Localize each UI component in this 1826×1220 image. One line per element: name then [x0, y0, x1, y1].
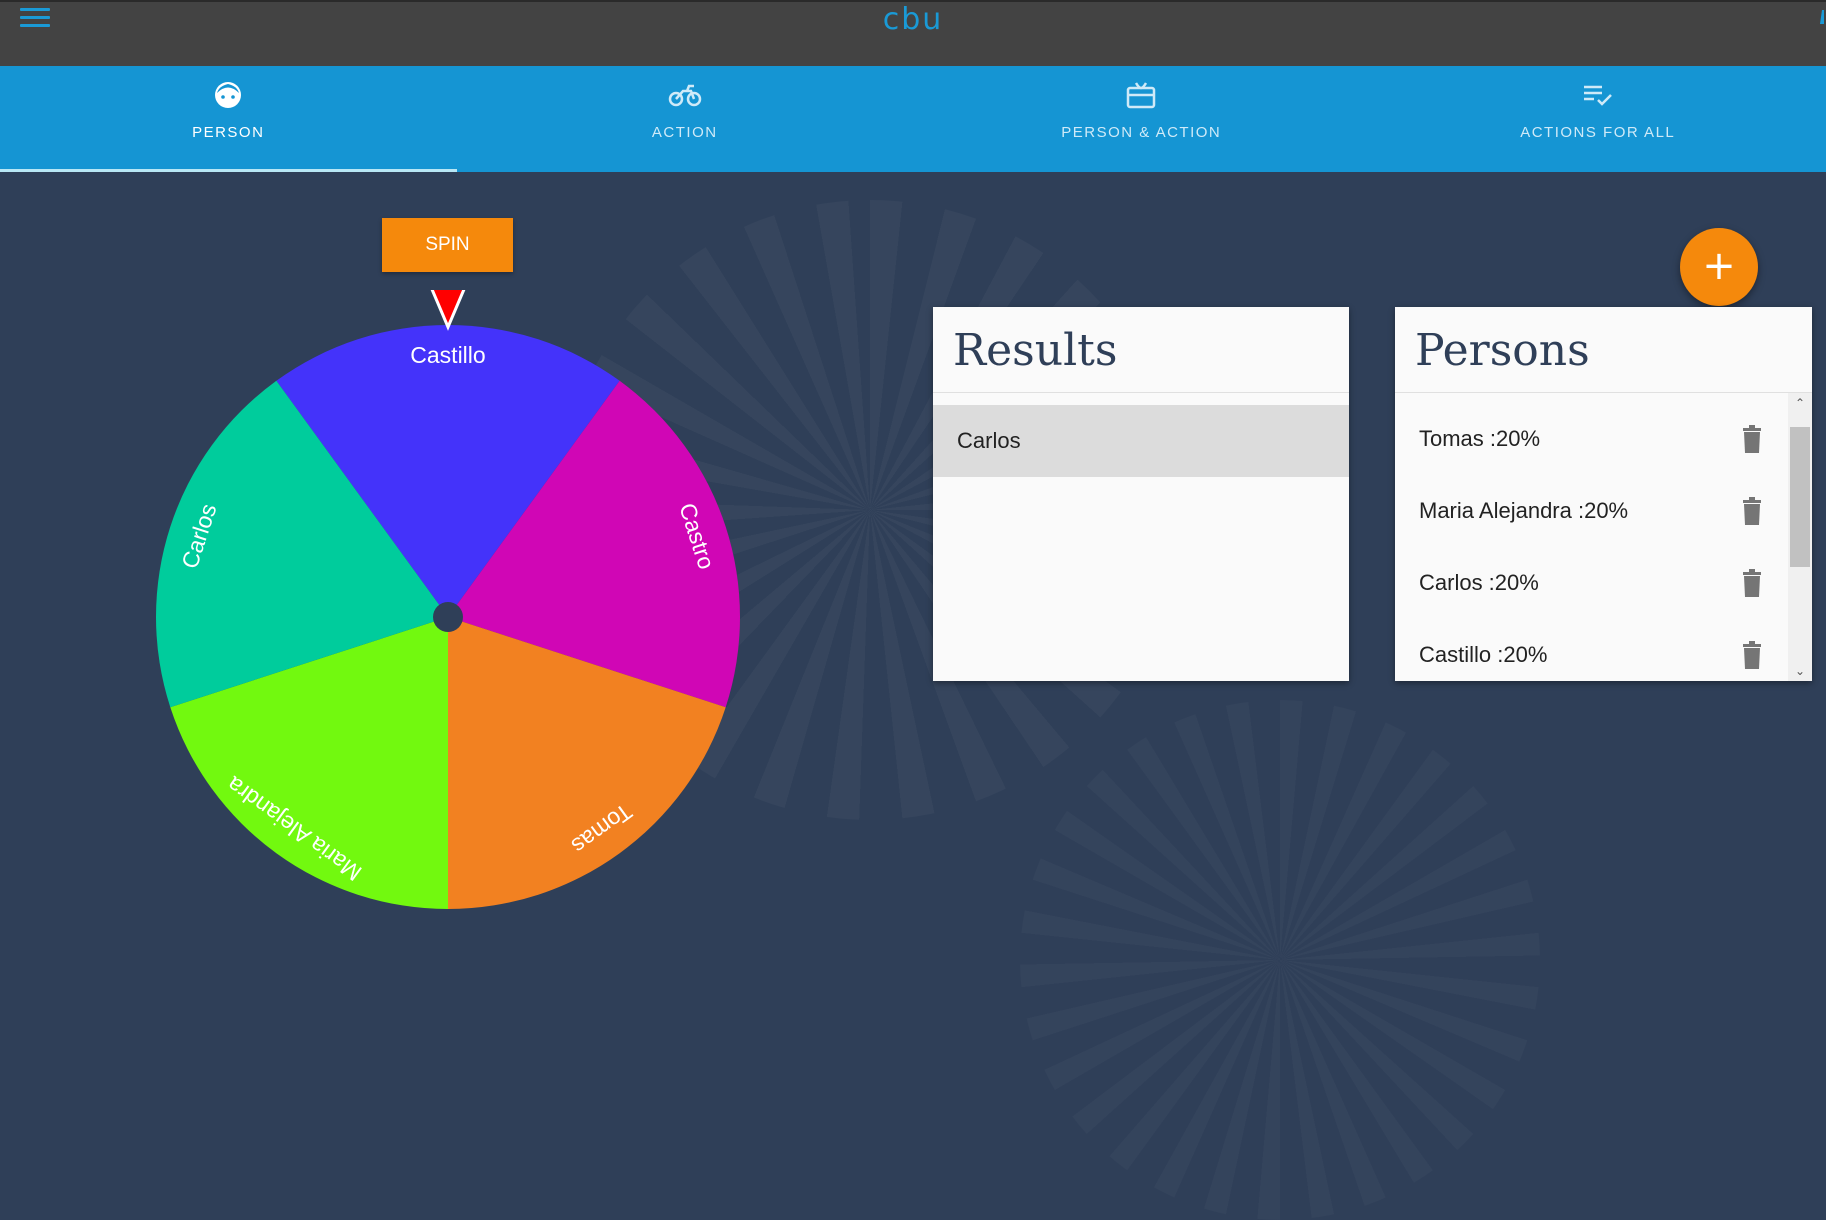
- person-label: Castillo :20%: [1419, 642, 1547, 667]
- wheel-pointer-icon: [431, 290, 465, 327]
- spin-button[interactable]: SPIN: [382, 218, 513, 272]
- trash-icon[interactable]: [1741, 641, 1763, 669]
- tab-label: PERSON: [0, 124, 457, 141]
- wheel-hub: [433, 602, 463, 632]
- tab-label: ACTION: [457, 124, 914, 141]
- spin-wheel[interactable]: CastilloCastroTomasMaria AlejandraCarlos: [150, 290, 750, 920]
- tab-label: ACTIONS FOR ALL: [1370, 124, 1826, 141]
- person-item: Castillo :20%: [1395, 619, 1785, 681]
- tab-person[interactable]: PERSON: [0, 66, 457, 172]
- scrollbar-thumb[interactable]: [1790, 427, 1810, 567]
- scrollbar[interactable]: ⌃ ⌄: [1788, 393, 1812, 681]
- person-list: Tomas :20% Maria Alejandra :20% Carlos :…: [1395, 393, 1785, 681]
- scroll-down-arrow-icon[interactable]: ⌄: [1788, 661, 1812, 681]
- top-app-bar: cbu: [0, 0, 1826, 66]
- results-title: Results: [933, 307, 1349, 393]
- motorcycle-icon: [667, 80, 703, 110]
- gift-card-icon: [1123, 80, 1159, 110]
- result-item[interactable]: Carlos: [933, 405, 1349, 477]
- person-item: Carlos :20%: [1395, 547, 1785, 619]
- person-label: Maria Alejandra :20%: [1419, 498, 1628, 523]
- face-icon: [210, 80, 246, 110]
- person-item: Maria Alejandra :20%: [1395, 475, 1785, 547]
- trash-icon[interactable]: [1741, 569, 1763, 597]
- person-label: Tomas :20%: [1419, 426, 1540, 451]
- tab-actions-for-all[interactable]: ACTIONS FOR ALL: [1370, 66, 1826, 172]
- tab-action[interactable]: ACTION: [457, 66, 914, 172]
- tab-label: PERSON & ACTION: [913, 124, 1370, 141]
- add-person-button[interactable]: +: [1680, 228, 1758, 306]
- person-item: Tomas :20%: [1395, 403, 1785, 475]
- background-decoration: [1020, 700, 1540, 1220]
- wheel-segment-label: Castillo: [410, 342, 485, 368]
- trash-icon[interactable]: [1741, 497, 1763, 525]
- results-card: Results Carlos: [933, 307, 1349, 681]
- persons-title: Persons: [1395, 307, 1812, 393]
- tab-person-and-action[interactable]: PERSON & ACTION: [913, 66, 1370, 172]
- persons-card: Persons Tomas :20% Maria Alejandra :20% …: [1395, 307, 1812, 681]
- app-title: cbu: [0, 2, 1826, 37]
- scroll-up-arrow-icon[interactable]: ⌃: [1788, 393, 1812, 413]
- tab-bar: PERSON ACTION PERSON & ACTION ACTIONS FO…: [0, 66, 1826, 172]
- playlist-check-icon: [1580, 80, 1616, 110]
- person-label: Carlos :20%: [1419, 570, 1539, 595]
- trash-icon[interactable]: [1741, 425, 1763, 453]
- account-icon[interactable]: [1814, 8, 1824, 26]
